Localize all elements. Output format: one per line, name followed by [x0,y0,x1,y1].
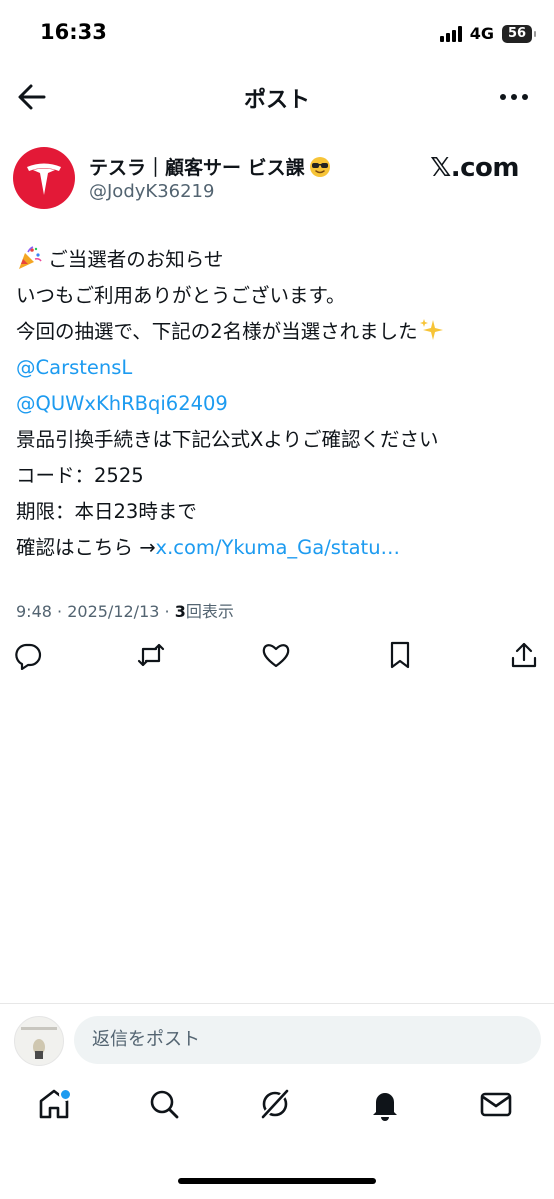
tab-grok[interactable] [257,1086,297,1126]
home-unread-dot [59,1088,72,1101]
view-count: 3 [174,602,186,621]
mention-link[interactable]: @QUWxKhRBqi62409 [16,392,228,415]
author-name: テスラ｜顧客サー ビス課 [89,157,305,179]
x-com-badge: 𝕏.com [430,153,519,183]
post-line: 景品引換手続きは下記公式Xよりご確認ください [16,428,439,451]
post-author: テスラ｜顧客サー ビス課 @JodyK36219 𝕏.com [13,147,543,211]
page-title: ポスト [243,88,310,113]
share-button[interactable] [509,640,541,672]
repost-icon [137,643,165,667]
post-line: 期限：本日23時まで [16,500,197,523]
post-text-segment: 今回の抽選で、下記の2名様が当選されました [16,320,418,343]
battery-level: 56 [507,26,527,41]
post-line: コード：2525 [16,464,144,487]
author-handle[interactable]: @JodyK36219 [89,181,214,202]
cellular-signal-icon [439,25,462,42]
author-name-row[interactable]: テスラ｜顧客サー ビス課 [89,153,331,180]
tab-messages[interactable] [478,1086,518,1126]
divider [0,1003,554,1004]
mail-icon [480,1092,512,1117]
share-icon [511,642,537,668]
view-label: 回表示 [185,602,234,621]
sparkles-icon [419,319,443,340]
navigation-bar: ポスト [0,72,554,122]
post-line: いつもご利用ありがとうございます。 [16,284,346,307]
mention-link[interactable]: @CarstensL [16,356,132,379]
like-button[interactable] [261,640,293,672]
network-type: 4G [469,24,494,43]
bottom-tab-bar [0,1086,554,1142]
tab-notifications[interactable] [367,1086,407,1126]
meta-separator: · [51,602,68,621]
reply-icon [15,643,42,671]
status-indicators: 4G 56 [439,24,536,43]
post-line: 今回の抽選で、下記の2名様が当選されました [16,314,540,350]
post-heading-text: ご当選者のお知らせ [48,248,224,271]
meta-separator: · [159,602,175,621]
post-date: 2025/12/13 [67,602,160,621]
sunglasses-emoji-icon [309,157,330,177]
arrow-left-icon [18,84,46,110]
heart-icon [262,644,290,668]
party-popper-icon [19,246,42,269]
tab-search[interactable] [146,1086,186,1126]
post-line: ご当選者のお知らせ [16,242,540,278]
search-icon [150,1090,179,1119]
battery-icon: 56 [502,24,536,43]
reply-button[interactable] [13,640,45,672]
post-text-segment: 確認はこちら → [16,536,156,559]
more-icon [500,94,506,100]
bookmark-button[interactable] [385,640,417,672]
status-bar: 16:33 4G 56 [0,0,554,68]
profile-thumbnail-icon [21,1027,57,1059]
bell-icon [373,1093,397,1121]
post-line: @CarstensL [16,350,540,386]
post-time: 9:48 [16,602,52,621]
post-line: @QUWxKhRBqi62409 [16,386,540,422]
author-avatar[interactable] [13,147,75,209]
url-link[interactable]: x.com/Ykuma_Ga/statu… [156,536,401,559]
post-metadata: 9:48 · 2025/12/13 · 3回表示 [16,598,234,622]
status-time: 16:33 [40,20,107,44]
bookmark-icon [390,641,410,669]
repost-button[interactable] [136,640,168,672]
reply-input[interactable]: 返信をポスト [74,1016,541,1064]
back-button[interactable] [16,82,48,112]
post-line: 確認はこちら →x.com/Ykuma_Ga/statu… [16,530,540,566]
user-avatar[interactable] [14,1016,64,1066]
post-text: ご当選者のお知らせ いつもご利用ありがとうございます。 今回の抽選で、下記の2名… [16,242,540,566]
grok-icon [260,1088,290,1120]
post-actions [0,640,554,680]
more-options-button[interactable] [500,94,528,100]
home-indicator [178,1178,376,1184]
tesla-logo-icon [27,163,61,195]
